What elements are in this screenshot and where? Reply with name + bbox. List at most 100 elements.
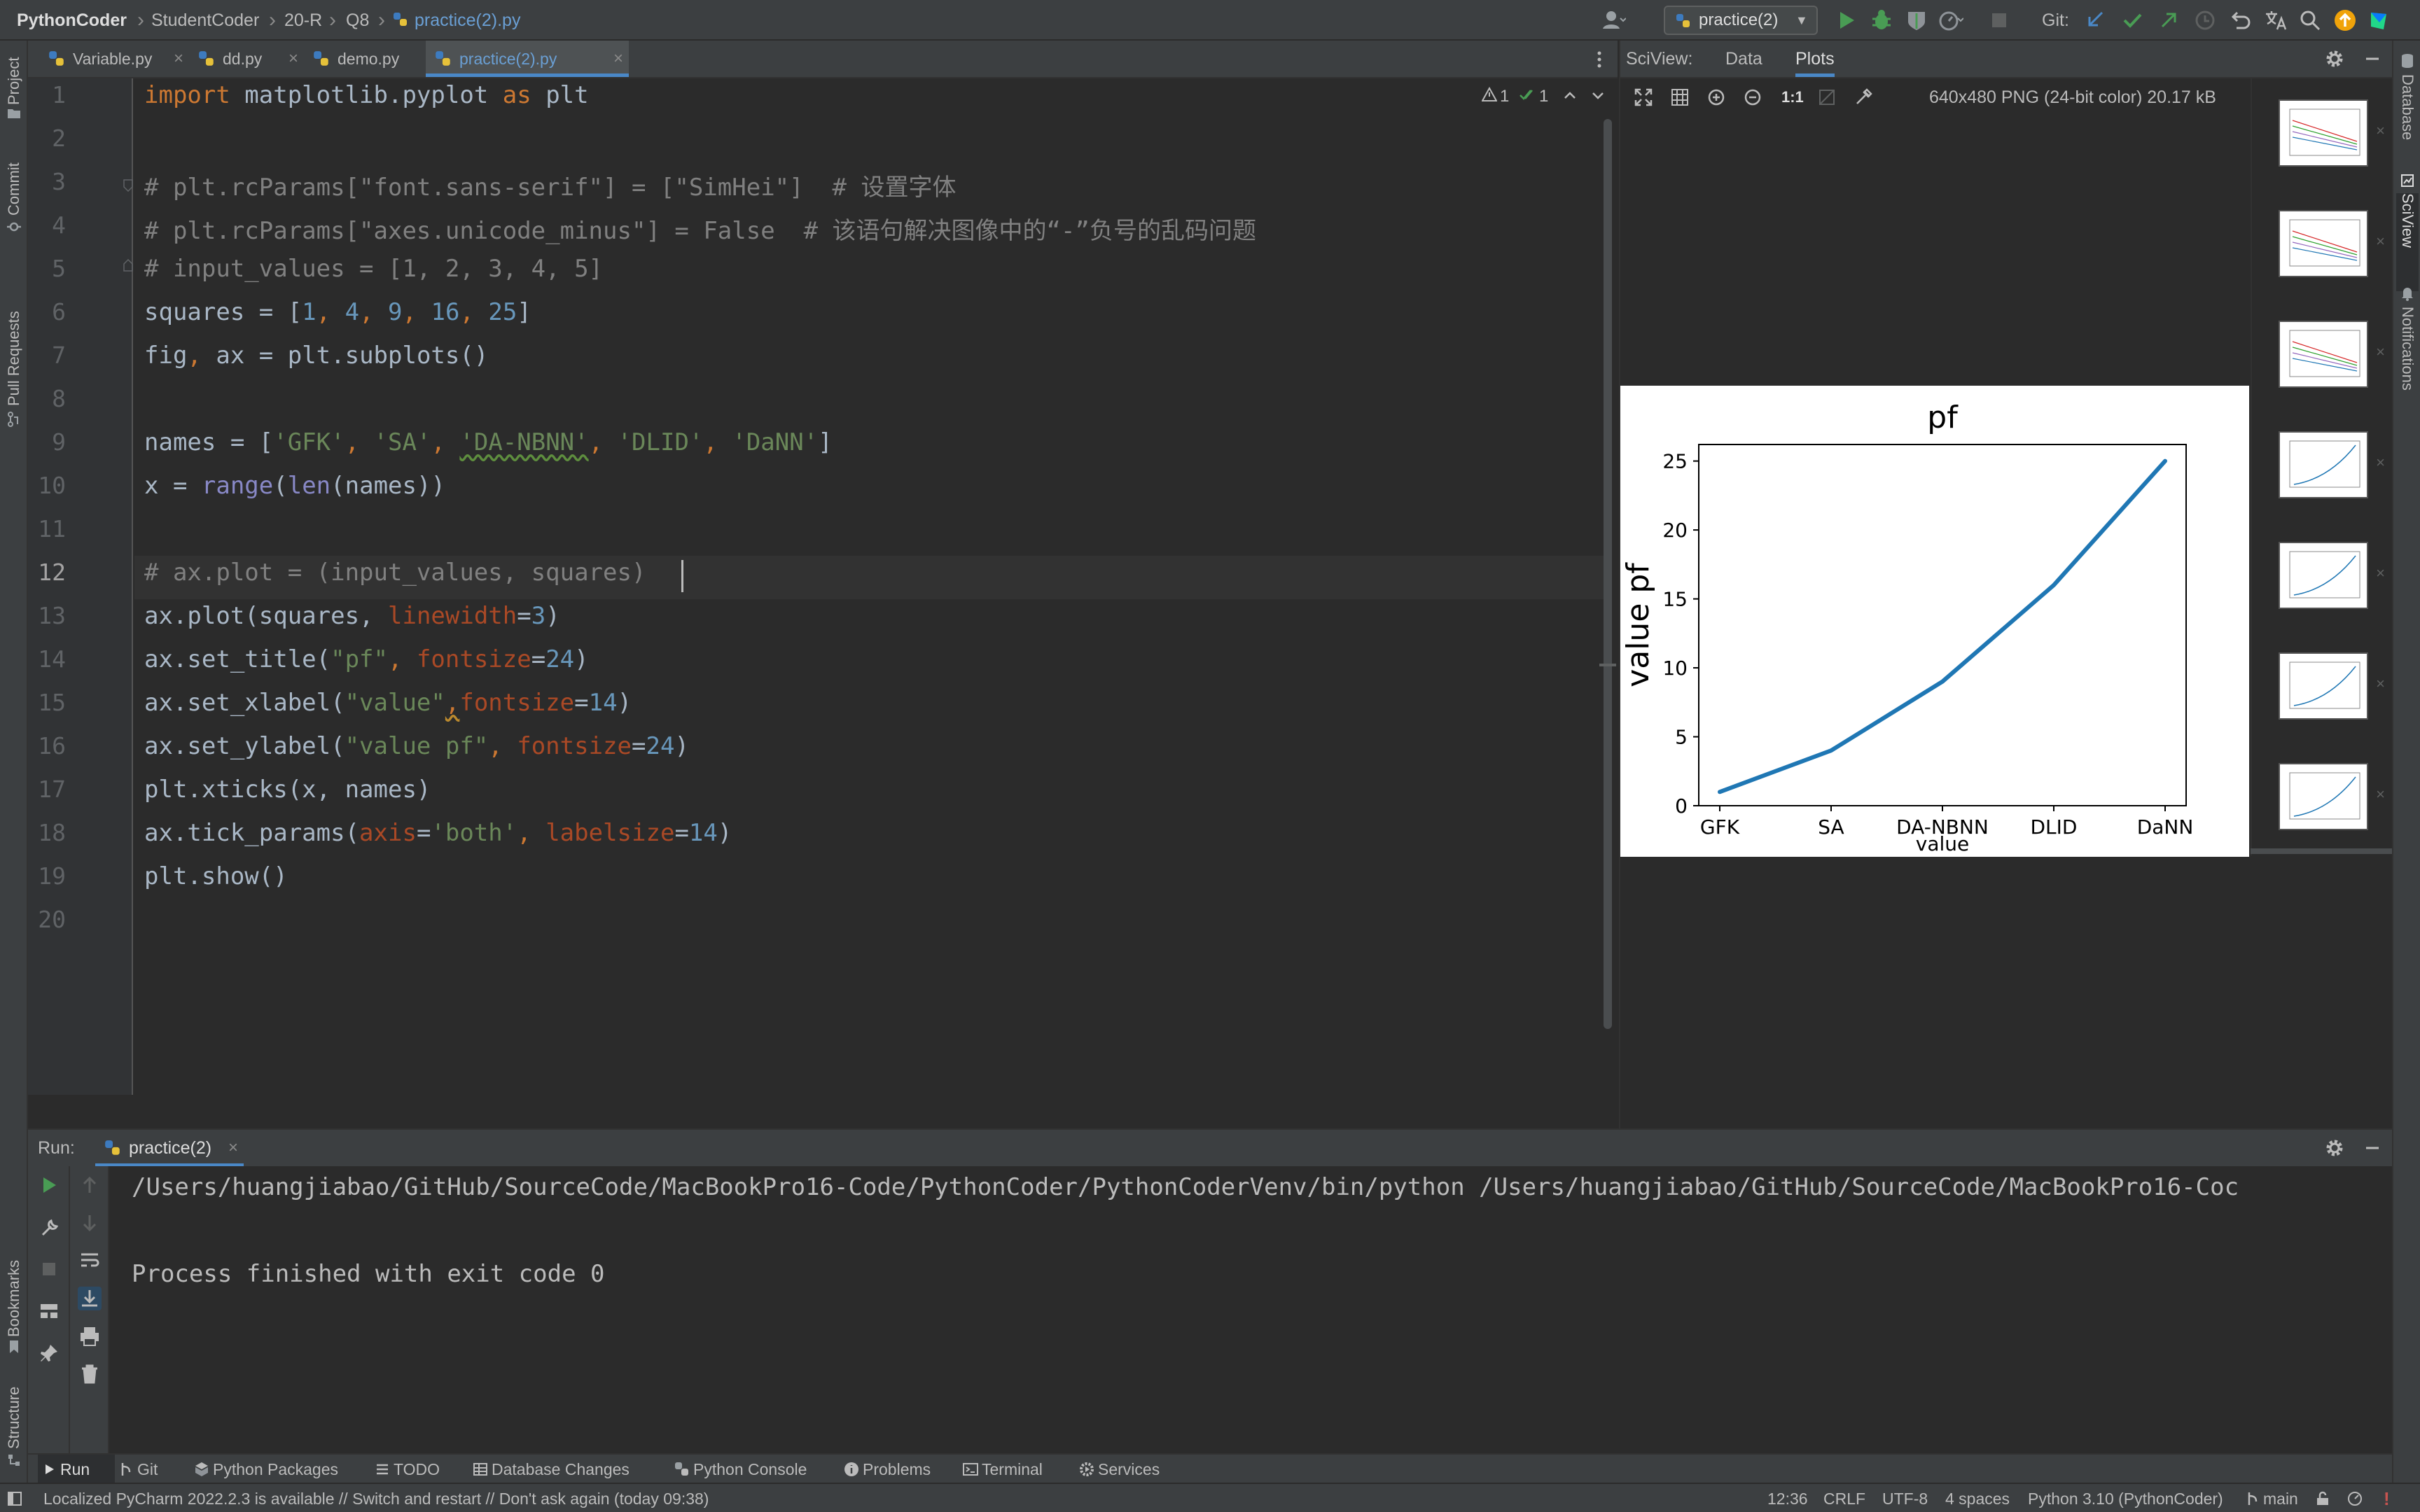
git-branch[interactable]: main: [2263, 1484, 2298, 1512]
actual-size-button[interactable]: 1:1: [1781, 78, 1804, 116]
sciview-tab-data[interactable]: Data: [1725, 41, 1762, 77]
pin-icon[interactable]: [37, 1341, 61, 1365]
coverage-icon[interactable]: [1903, 7, 1930, 34]
plot-thumbnail[interactable]: ×: [2279, 210, 2385, 277]
code-line-12[interactable]: # ax.plot = (input_values, squares): [144, 559, 646, 587]
plot-thumbnail[interactable]: ×: [2279, 99, 2385, 167]
user-account-icon[interactable]: [1599, 7, 1626, 34]
plot-thumbnail[interactable]: ×: [2279, 431, 2385, 498]
close-icon[interactable]: ×: [2376, 122, 2385, 140]
plot-thumbnail[interactable]: ×: [2279, 763, 2385, 830]
code-line-18[interactable]: ax.tick_params(axis='both', labelsize=14…: [144, 819, 732, 847]
tool-window-todo[interactable]: TODO: [371, 1455, 440, 1484]
sciview-tab-plots[interactable]: Plots: [1795, 41, 1835, 77]
profile-icon[interactable]: [1937, 7, 1963, 34]
caret-position[interactable]: 12:36: [1767, 1484, 1808, 1512]
python-interpreter[interactable]: Python 3.10 (PythonCoder): [2028, 1484, 2223, 1512]
warning-icon[interactable]: [1482, 87, 1497, 102]
unfold-icon[interactable]: [123, 259, 133, 272]
code-line-5[interactable]: # input_values = [1, 2, 3, 4, 5]: [144, 255, 603, 283]
fold-icon[interactable]: [123, 179, 133, 192]
check-double-icon[interactable]: [1520, 87, 1536, 102]
close-icon[interactable]: ×: [2376, 232, 2385, 251]
run-configuration-select[interactable]: practice(2) ▼: [1664, 6, 1818, 35]
code-line-1[interactable]: import matplotlib.pyplot as plt: [144, 81, 589, 109]
tool-tab-pull-requests[interactable]: Pull Requests: [3, 266, 25, 406]
code-line-7[interactable]: fig, ax = plt.subplots(): [144, 342, 488, 370]
plot-thumbnail[interactable]: ×: [2279, 652, 2385, 720]
tool-window-database-changes[interactable]: Database Changes: [469, 1455, 630, 1484]
git-commit-icon[interactable]: [2119, 7, 2146, 34]
breadcrumb-item[interactable]: StudentCoder: [151, 0, 259, 41]
grid-icon[interactable]: [1671, 88, 1689, 106]
zoom-out-icon[interactable]: [1744, 88, 1762, 106]
code-line-6[interactable]: squares = [1, 4, 9, 16, 25]: [144, 298, 531, 326]
more-tabs-icon[interactable]: [1592, 46, 1606, 73]
tool-window-terminal[interactable]: Terminal: [959, 1455, 1043, 1484]
rerun-icon[interactable]: [37, 1173, 61, 1197]
lock-icon[interactable]: [2315, 1491, 2330, 1506]
breadcrumb-project[interactable]: PythonCoder: [17, 0, 127, 41]
breadcrumb-item[interactable]: Q8: [346, 0, 369, 41]
error-report-icon[interactable]: !: [2384, 1488, 2405, 1509]
gear-icon[interactable]: [2325, 1138, 2344, 1158]
stop-icon[interactable]: [37, 1257, 61, 1281]
indent-setting[interactable]: 4 spaces: [1945, 1484, 2010, 1512]
code-line-3[interactable]: # plt.rcParams["font.sans-serif"] = ["Si…: [144, 168, 957, 202]
code-line-15[interactable]: ax.set_xlabel("value",fontsize=14): [144, 689, 632, 717]
update-available-icon[interactable]: [2332, 7, 2358, 34]
plot-thumbnail[interactable]: ×: [2279, 542, 2385, 609]
git-update-icon[interactable]: [2082, 7, 2109, 34]
close-icon[interactable]: ×: [2376, 454, 2385, 472]
tool-window-python-packages[interactable]: Python Packages: [190, 1455, 338, 1484]
debug-icon[interactable]: [1868, 7, 1895, 34]
layout-icon[interactable]: [37, 1299, 61, 1323]
history-icon[interactable]: [2192, 7, 2218, 34]
editor-scrollbar[interactable]: [1604, 119, 1612, 1029]
plot-thumbnail[interactable]: ×: [2279, 321, 2385, 388]
print-icon[interactable]: [78, 1324, 102, 1348]
tool-tab-structure[interactable]: Structure: [3, 1344, 25, 1449]
toggle-tool-windows-icon[interactable]: [7, 1491, 22, 1506]
tool-window-services[interactable]: Services: [1076, 1455, 1160, 1484]
tab-variable-py[interactable]: Variable.py ×: [39, 41, 189, 77]
arrow-down-icon[interactable]: [78, 1211, 102, 1235]
background-toggle-icon[interactable]: [1818, 88, 1836, 106]
code-line-16[interactable]: ax.set_ylabel("value pf", fontsize=24): [144, 732, 689, 760]
zoom-in-icon[interactable]: [1707, 88, 1725, 106]
tab-dd-py[interactable]: dd.py ×: [189, 41, 304, 77]
minimize-icon[interactable]: [2363, 49, 2382, 69]
line-separator[interactable]: CRLF: [1823, 1484, 1865, 1512]
minimize-icon[interactable]: [2363, 1138, 2382, 1158]
run-tab-practice-2[interactable]: practice(2): [129, 1130, 211, 1166]
tool-tab-notifications[interactable]: Notifications: [2396, 307, 2419, 447]
update-notification[interactable]: Localized PyCharm 2022.2.3 is available …: [43, 1484, 709, 1512]
code-line-17[interactable]: plt.xticks(x, names): [144, 776, 431, 804]
code-line-14[interactable]: ax.set_title("pf", fontsize=24): [144, 645, 589, 673]
soft-wrap-icon[interactable]: [78, 1249, 102, 1273]
close-icon[interactable]: ×: [2376, 675, 2385, 693]
close-icon[interactable]: ×: [2376, 785, 2385, 804]
close-icon[interactable]: ×: [228, 1130, 238, 1166]
breadcrumb-current-file[interactable]: practice(2).py: [415, 0, 520, 41]
tab-practice-2-py[interactable]: practice(2).py ×: [426, 41, 629, 77]
git-push-icon[interactable]: [2155, 7, 2182, 34]
rollback-icon[interactable]: [2227, 7, 2253, 34]
close-icon[interactable]: ×: [288, 41, 298, 77]
translate-icon[interactable]: [2262, 7, 2288, 34]
color-picker-icon[interactable]: [1854, 88, 1872, 106]
tool-tab-bookmarks[interactable]: Bookmarks: [3, 1204, 25, 1337]
chevron-down-icon[interactable]: [1591, 88, 1605, 102]
tool-window-python-console[interactable]: Python Console: [671, 1455, 807, 1484]
tool-tab-sciview[interactable]: SciView: [2396, 193, 2419, 291]
trash-icon[interactable]: [78, 1362, 102, 1386]
search-icon[interactable]: [2297, 7, 2323, 34]
tool-tab-project[interactable]: Project: [3, 52, 25, 105]
run-console[interactable]: [28, 1166, 2392, 1453]
close-icon[interactable]: ×: [2376, 343, 2385, 361]
close-icon[interactable]: ×: [2376, 564, 2385, 582]
code-line-13[interactable]: ax.plot(squares, linewidth=3): [144, 602, 560, 630]
tool-window-git[interactable]: Git: [115, 1455, 158, 1484]
tool-window-problems[interactable]: Problems: [840, 1455, 931, 1484]
memory-indicator-icon[interactable]: [2347, 1491, 2364, 1506]
